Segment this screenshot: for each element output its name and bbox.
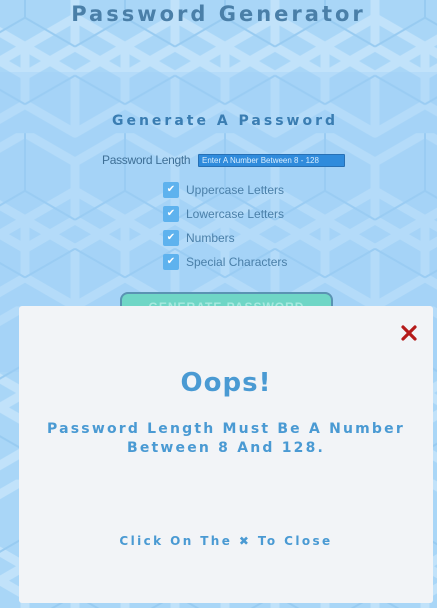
- password-length-label: Password Length: [102, 153, 191, 167]
- error-modal: Oops! Password Length Must Be A Number B…: [19, 306, 433, 603]
- hint-text-before: Click On The: [119, 534, 233, 548]
- uppercase-label: Uppercase Letters: [186, 183, 285, 197]
- modal-message: Password Length Must Be A Number Between…: [47, 421, 405, 456]
- form-title: Generate A Password: [111, 113, 339, 129]
- numbers-checkbox[interactable]: ✔: [163, 230, 179, 246]
- password-length-input[interactable]: [198, 154, 345, 167]
- hint-x-icon: ✖: [238, 534, 252, 548]
- close-icon[interactable]: [401, 325, 417, 341]
- hint-text-after: To Close: [257, 534, 333, 548]
- special-label: Special Characters: [186, 255, 288, 269]
- modal-close-hint: Click On The ✖ To Close: [19, 534, 433, 548]
- app-title: Password Generator: [71, 2, 366, 26]
- uppercase-checkbox[interactable]: ✔: [163, 182, 179, 198]
- special-checkbox[interactable]: ✔: [163, 254, 179, 270]
- numbers-label: Numbers: [186, 231, 235, 245]
- lowercase-label: Lowercase Letters: [186, 207, 285, 221]
- modal-heading: Oops!: [180, 368, 272, 398]
- lowercase-checkbox[interactable]: ✔: [163, 206, 179, 222]
